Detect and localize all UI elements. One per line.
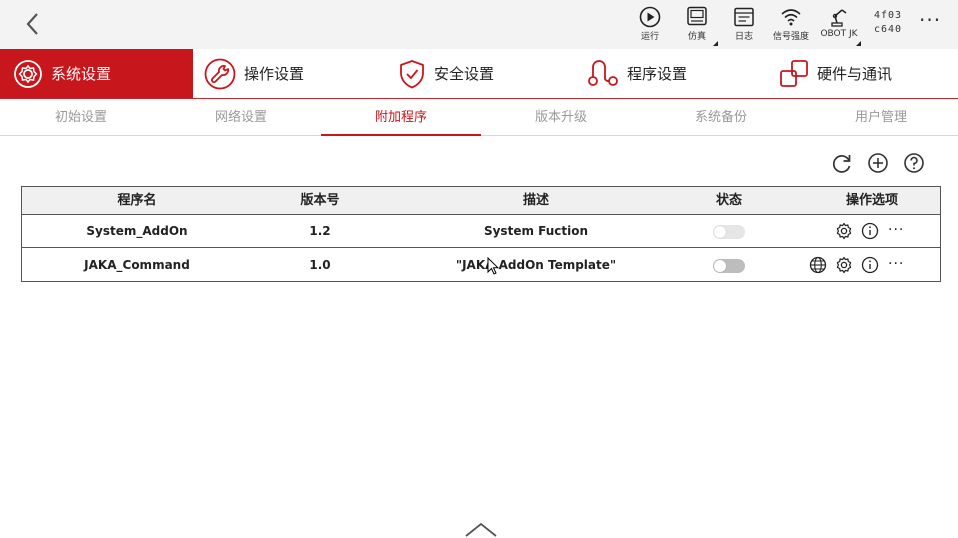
play-icon [639, 6, 661, 28]
settings-icon[interactable] [835, 222, 853, 240]
main-tabs: 系统设置 操作设置 安全设置 程序设置 硬件与通讯 [0, 49, 958, 99]
subtab-user-management[interactable]: 用户管理 [801, 100, 958, 136]
table-row[interactable]: System_AddOn 1.2 System Fuction ··· [22, 215, 940, 248]
col-status: 状态 [715, 193, 742, 208]
signal-label: 信号强度 [772, 32, 809, 42]
status-toggle[interactable] [713, 225, 745, 239]
device-code: 4f03 c640 [874, 9, 902, 37]
run-button[interactable]: 运行 [627, 4, 673, 46]
tab-system-settings-label: 系统设置 [51, 65, 112, 83]
status-toggle[interactable] [713, 259, 745, 273]
tab-operation-settings[interactable]: 操作设置 [204, 49, 364, 98]
add-circle-icon[interactable] [867, 152, 889, 174]
table-row[interactable]: JAKA_Command 1.0 "JAKA AddOn Template" ·… [22, 249, 940, 282]
subtab-system-backup[interactable]: 系统备份 [641, 100, 801, 136]
more-icon[interactable]: ··· [888, 223, 904, 237]
globe-icon[interactable] [809, 256, 827, 274]
mouse-cursor-icon [487, 257, 499, 275]
col-description: 描述 [522, 193, 549, 208]
program-version: 1.2 [309, 224, 331, 238]
log-icon [734, 7, 754, 27]
tab-safety-settings[interactable]: 安全设置 [398, 49, 558, 98]
toggle-knob [714, 260, 726, 272]
robot-button[interactable]: OBOT JK [815, 4, 863, 46]
tab-safety-settings-label: 安全设置 [434, 65, 495, 83]
device-code-line2: c640 [874, 24, 903, 35]
subtab-network-settings[interactable]: 网络设置 [161, 100, 321, 136]
program-version: 1.0 [309, 258, 331, 272]
subtab-initial-settings[interactable]: 初始设置 [1, 100, 161, 136]
program-name: JAKA_Command [84, 258, 190, 272]
info-icon[interactable] [861, 256, 879, 274]
tab-operation-settings-label: 操作设置 [244, 65, 305, 83]
tab-hardware-communication[interactable]: 硬件与通讯 [779, 49, 949, 98]
table-header: 程序名 版本号 描述 状态 操作选项 [22, 187, 940, 215]
toggle-knob [714, 226, 726, 238]
wifi-icon [781, 9, 801, 26]
robot-arm-icon [831, 9, 847, 27]
tab-hardware-communication-label: 硬件与通讯 [817, 65, 893, 83]
tab-program-settings[interactable]: 程序设置 [587, 49, 747, 98]
col-program-name: 程序名 [117, 193, 157, 208]
hardware-icon [780, 59, 808, 87]
shield-icon [400, 59, 424, 88]
system-settings-icon [14, 59, 42, 88]
dropdown-corner-icon [713, 41, 718, 46]
log-label: 日志 [734, 32, 753, 42]
tab-program-settings-label: 程序设置 [627, 65, 688, 83]
addon-program-table: 程序名 版本号 描述 状态 操作选项 System_AddOn 1.2 Syst… [21, 186, 941, 282]
settings-icon[interactable] [835, 256, 853, 274]
program-description: System Fuction [483, 224, 589, 238]
sub-tabs: 初始设置 网络设置 附加程序 版本升级 系统备份 用户管理 [0, 100, 958, 136]
chevron-up-icon[interactable] [464, 521, 498, 538]
run-label: 运行 [640, 32, 659, 42]
program-name: System_AddOn [86, 224, 188, 238]
help-icon[interactable] [903, 152, 925, 174]
back-arrow-icon[interactable] [20, 8, 46, 40]
simulation-icon [687, 6, 707, 26]
col-operations: 操作选项 [845, 193, 898, 208]
subtab-version-upgrade[interactable]: 版本升级 [481, 100, 641, 136]
more-menu-icon[interactable]: ··· [919, 10, 941, 30]
col-version: 版本号 [300, 193, 340, 208]
device-code-line1: 4f03 [874, 10, 903, 21]
simulation-button[interactable]: 仿真 [674, 4, 720, 46]
log-button[interactable]: 日志 [721, 4, 767, 46]
program-description: "JAKA AddOn Template" [455, 258, 617, 272]
more-icon[interactable]: ··· [888, 257, 904, 271]
status-bar: 运行 仿真 日志 信号强度 OBOT JK 4f03 c640 ··· [0, 0, 958, 49]
dropdown-corner-icon [856, 41, 861, 46]
refresh-icon[interactable] [831, 152, 853, 174]
info-icon[interactable] [861, 222, 879, 240]
robot-label: OBOT JK [820, 29, 858, 39]
wrench-icon [204, 58, 236, 89]
program-icon [588, 59, 618, 86]
subtab-addon-programs[interactable]: 附加程序 [321, 100, 481, 136]
signal-strength[interactable]: 信号强度 [768, 4, 814, 46]
tab-system-settings[interactable]: 系统设置 [0, 49, 193, 98]
